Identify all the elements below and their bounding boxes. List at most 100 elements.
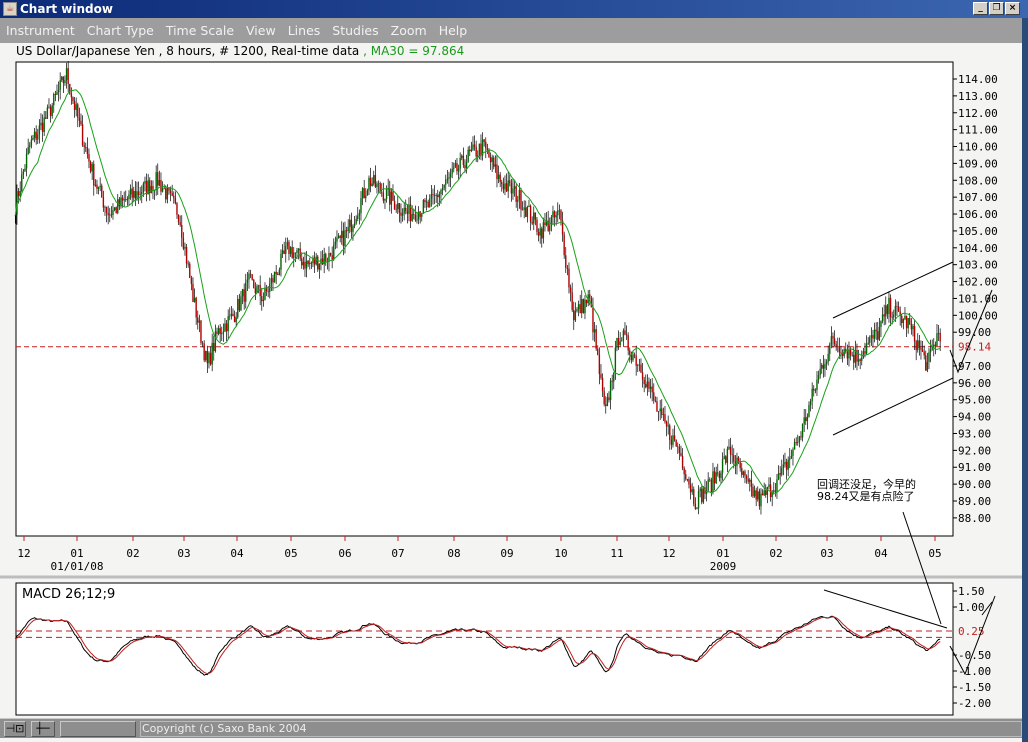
candle-body — [257, 285, 260, 287]
candle-body — [115, 207, 117, 214]
candle-body — [473, 144, 476, 147]
candle-body — [787, 459, 789, 470]
crosshair-button[interactable]: ┼─ — [31, 721, 55, 737]
ref-price-label: 98.14 — [958, 341, 991, 354]
candle-body — [155, 172, 157, 191]
candle-body — [592, 307, 594, 333]
candle-body — [493, 157, 495, 167]
macd-tick-label: 1.50 — [958, 585, 985, 598]
macd-tick-label: -1.50 — [958, 681, 991, 694]
candle-body — [517, 199, 519, 202]
candle-body — [422, 200, 425, 214]
price-tick-label: 114.00 — [958, 73, 998, 86]
candle-body — [757, 491, 759, 500]
candle-body — [144, 181, 146, 184]
candle-body — [469, 149, 471, 152]
candle-body — [425, 201, 428, 203]
candle-body — [563, 234, 565, 256]
candle-body — [192, 283, 194, 302]
price-tick-label: 100.00 — [958, 309, 998, 322]
candle-body — [565, 255, 567, 268]
candle-body — [789, 458, 791, 460]
candle-body — [728, 446, 730, 449]
candle-body — [712, 471, 714, 493]
candle-body — [819, 368, 821, 376]
candle-body — [825, 361, 828, 364]
candle-body — [510, 183, 513, 194]
candle-body — [406, 211, 409, 214]
candle-body — [376, 183, 378, 188]
candle-body — [848, 349, 850, 359]
candle-body — [310, 262, 313, 264]
pin-button[interactable]: ⊣⊡ — [4, 721, 26, 737]
candle-body — [861, 357, 863, 361]
candle-body — [859, 359, 861, 361]
candle-body — [235, 317, 237, 323]
candle-body — [358, 213, 361, 216]
candle-body — [489, 156, 492, 163]
candle-body — [656, 401, 658, 412]
candle-body — [606, 397, 609, 406]
candle-body — [805, 417, 807, 422]
candle-body — [598, 354, 601, 375]
candle-body — [86, 147, 89, 155]
candle-body — [280, 253, 282, 270]
candle-body — [654, 400, 657, 402]
candle-body — [766, 486, 769, 495]
candle-body — [241, 289, 244, 297]
candle-body — [398, 203, 401, 213]
candle-body — [870, 335, 873, 338]
candle-body — [918, 340, 921, 349]
candle-body — [877, 331, 879, 340]
price-tick-label: 97.00 — [958, 360, 991, 373]
candle-body — [246, 279, 249, 283]
candle-body — [385, 189, 388, 199]
candle-body — [424, 200, 426, 203]
chart-canvas[interactable]: MACD 26;12;9 114.00113.00112.00111.00110… — [0, 0, 1028, 742]
candle-body — [929, 349, 932, 353]
candle-body — [638, 364, 641, 366]
candle-body — [75, 104, 77, 110]
candle-body — [849, 349, 852, 355]
candle-body — [464, 165, 466, 169]
candle-body — [665, 421, 668, 427]
candle-body — [669, 425, 671, 441]
time-tick-label: 05 — [928, 547, 941, 560]
candle-body — [872, 335, 874, 339]
candle-body — [217, 328, 220, 334]
candle-body — [293, 252, 295, 258]
candle-body — [197, 317, 199, 323]
candle-body — [206, 350, 209, 364]
candle-body — [837, 346, 839, 347]
candle-body — [461, 155, 463, 158]
candle-body — [165, 188, 167, 200]
candle-body — [862, 351, 865, 358]
candle-body — [725, 456, 727, 463]
time-tick-label: 08 — [447, 547, 460, 560]
candle-body — [400, 212, 402, 216]
candle-body — [37, 134, 39, 140]
candle-body — [729, 446, 732, 455]
candle-body — [381, 191, 383, 193]
candle-body — [902, 318, 905, 324]
candle-body — [369, 177, 372, 187]
candle-body — [683, 468, 685, 475]
candle-body — [600, 374, 602, 378]
candle-body — [624, 330, 626, 335]
candle-body — [621, 340, 623, 342]
candle-body — [857, 359, 860, 362]
candle-body — [865, 344, 868, 354]
candle-body — [142, 183, 145, 193]
candle-body — [219, 328, 221, 335]
candle-body — [35, 131, 37, 140]
candle-body — [584, 299, 586, 314]
candle-body — [741, 468, 743, 475]
candle-body — [347, 226, 349, 232]
candle-body — [270, 278, 273, 284]
candle-body — [616, 337, 618, 348]
candle-body — [637, 364, 639, 366]
candle-body — [371, 183, 373, 187]
candle-body — [758, 491, 761, 507]
candle-body — [432, 194, 434, 196]
candle-body — [243, 289, 245, 302]
